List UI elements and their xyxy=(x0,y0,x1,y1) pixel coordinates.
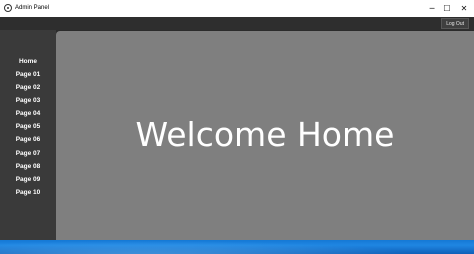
close-button[interactable]: ✕ xyxy=(455,0,473,17)
app-window: Admin Panel ─ ☐ ✕ Log Out Home Page 01 P… xyxy=(0,0,474,240)
sidebar-item-page-01[interactable]: Page 01 xyxy=(0,70,56,79)
sidebar-item-page-05[interactable]: Page 05 xyxy=(0,122,56,131)
maximize-button[interactable]: ☐ xyxy=(438,0,456,17)
sidebar-item-page-04[interactable]: Page 04 xyxy=(0,109,56,118)
sidebar-item-page-08[interactable]: Page 08 xyxy=(0,162,56,171)
sidebar: Home Page 01 Page 02 Page 03 Page 04 Pag… xyxy=(0,30,56,240)
sidebar-item-page-06[interactable]: Page 06 xyxy=(0,135,56,144)
main-content: Welcome Home xyxy=(56,31,474,240)
top-toolbar: Log Out xyxy=(0,17,474,30)
sidebar-item-home[interactable]: Home xyxy=(0,57,56,66)
desktop-wallpaper-glow xyxy=(0,238,474,254)
welcome-heading: Welcome Home xyxy=(135,115,395,154)
sidebar-item-page-10[interactable]: Page 10 xyxy=(0,188,56,197)
log-out-button[interactable]: Log Out xyxy=(441,18,469,29)
sidebar-item-page-07[interactable]: Page 07 xyxy=(0,149,56,158)
window-title: Admin Panel xyxy=(15,5,50,11)
app-icon xyxy=(4,4,12,12)
sidebar-item-page-02[interactable]: Page 02 xyxy=(0,83,56,92)
sidebar-item-page-03[interactable]: Page 03 xyxy=(0,96,56,105)
sidebar-item-page-09[interactable]: Page 09 xyxy=(0,175,56,184)
title-bar[interactable]: Admin Panel ─ ☐ ✕ xyxy=(0,0,474,17)
